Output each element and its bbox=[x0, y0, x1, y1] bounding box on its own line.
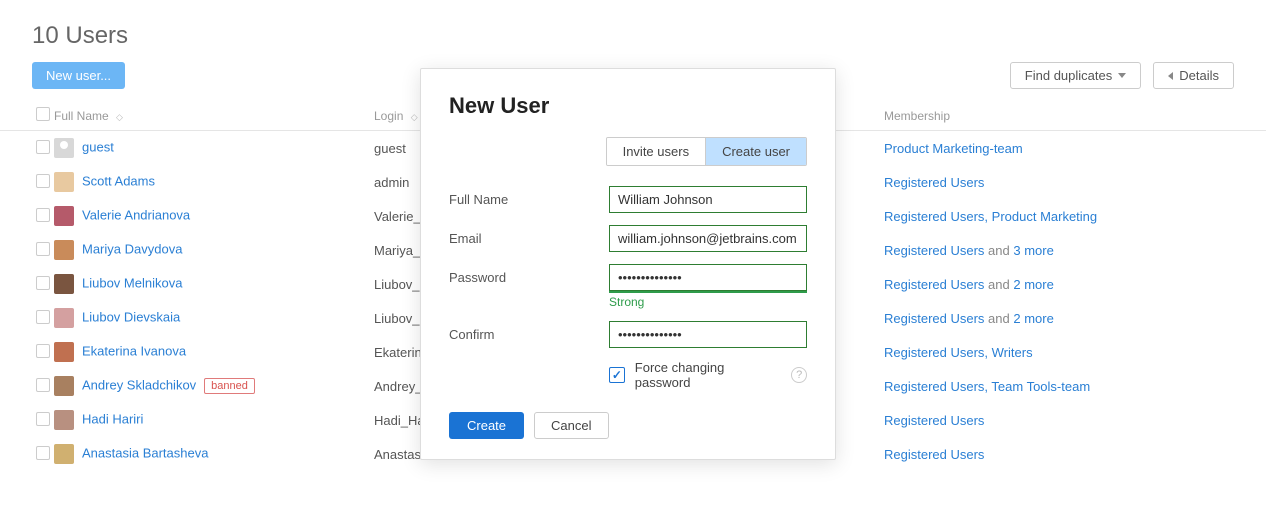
label-full-name: Full Name bbox=[449, 192, 609, 207]
row-checkbox[interactable] bbox=[36, 140, 50, 154]
find-duplicates-button[interactable]: Find duplicates bbox=[1010, 62, 1141, 89]
row-checkbox[interactable] bbox=[36, 276, 50, 290]
password-input[interactable] bbox=[609, 264, 807, 291]
chevron-left-icon bbox=[1168, 72, 1173, 80]
membership-link[interactable]: Registered Users, Product Marketing bbox=[884, 209, 1097, 224]
membership-link[interactable]: Product Marketing-team bbox=[884, 141, 1023, 156]
row-checkbox[interactable] bbox=[36, 208, 50, 222]
avatar bbox=[54, 172, 74, 192]
user-membership: Product Marketing-team bbox=[884, 131, 1266, 166]
dialog-title: New User bbox=[449, 93, 807, 119]
password-strength-label: Strong bbox=[609, 295, 807, 309]
label-password: Password bbox=[449, 270, 609, 285]
avatar bbox=[54, 376, 74, 396]
cancel-button[interactable]: Cancel bbox=[534, 412, 608, 439]
dialog-tabs: Invite users Create user bbox=[606, 137, 807, 166]
row-checkbox[interactable] bbox=[36, 174, 50, 188]
user-name-link[interactable]: Hadi Hariri bbox=[82, 411, 143, 426]
membership-link[interactable]: Registered Users bbox=[884, 175, 984, 190]
help-icon[interactable]: ? bbox=[791, 367, 807, 383]
sort-icon: ◇ bbox=[116, 112, 123, 123]
label-email: Email bbox=[449, 231, 609, 246]
user-name-link[interactable]: Andrey Skladchikov bbox=[82, 377, 196, 392]
details-label: Details bbox=[1179, 68, 1219, 83]
sort-icon: ◇ bbox=[411, 112, 418, 123]
column-header-membership: Membership bbox=[884, 101, 1266, 131]
force-change-checkbox[interactable]: ✓ bbox=[609, 367, 625, 383]
avatar bbox=[54, 410, 74, 430]
row-checkbox[interactable] bbox=[36, 242, 50, 256]
user-membership: Registered Users bbox=[884, 437, 1266, 471]
avatar bbox=[54, 342, 74, 362]
column-header-full-name[interactable]: Full Name bbox=[54, 109, 109, 123]
membership-more-link[interactable]: 3 more bbox=[1013, 243, 1053, 258]
column-header-login[interactable]: Login bbox=[374, 109, 403, 123]
row-checkbox[interactable] bbox=[36, 378, 50, 392]
user-membership: Registered Users, Writers bbox=[884, 335, 1266, 369]
membership-link[interactable]: Registered Users bbox=[884, 277, 984, 292]
membership-link[interactable]: Registered Users bbox=[884, 311, 984, 326]
details-button[interactable]: Details bbox=[1153, 62, 1234, 89]
membership-link[interactable]: Registered Users bbox=[884, 413, 984, 428]
avatar bbox=[54, 138, 74, 158]
create-button[interactable]: Create bbox=[449, 412, 524, 439]
tab-invite-users[interactable]: Invite users bbox=[607, 138, 705, 165]
password-strength-bar bbox=[609, 291, 807, 293]
user-membership: Registered Users and 3 more bbox=[884, 233, 1266, 267]
user-membership: Registered Users, Product Marketing bbox=[884, 199, 1266, 233]
membership-and: and bbox=[984, 311, 1013, 326]
user-name-link[interactable]: Ekaterina Ivanova bbox=[82, 343, 186, 358]
membership-and: and bbox=[984, 277, 1013, 292]
avatar bbox=[54, 444, 74, 464]
find-duplicates-label: Find duplicates bbox=[1025, 68, 1112, 83]
user-name-link[interactable]: Anastasia Bartasheva bbox=[82, 445, 208, 460]
user-membership: Registered Users and 2 more bbox=[884, 267, 1266, 301]
membership-and: and bbox=[984, 243, 1013, 258]
user-membership: Registered Users bbox=[884, 403, 1266, 437]
membership-more-link[interactable]: 2 more bbox=[1013, 311, 1053, 326]
avatar bbox=[54, 274, 74, 294]
force-change-label: Force changing password bbox=[635, 360, 781, 390]
membership-more-link[interactable]: 2 more bbox=[1013, 277, 1053, 292]
select-all-checkbox[interactable] bbox=[36, 107, 50, 121]
user-name-link[interactable]: Valerie Andrianova bbox=[82, 207, 190, 222]
new-user-dialog: New User Invite users Create user Full N… bbox=[420, 68, 836, 460]
user-name-link[interactable]: Mariya Davydova bbox=[82, 241, 182, 256]
full-name-input[interactable] bbox=[609, 186, 807, 213]
user-name-link[interactable]: Liubov Melnikova bbox=[82, 275, 182, 290]
user-membership: Registered Users, Team Tools-team bbox=[884, 369, 1266, 403]
email-input[interactable] bbox=[609, 225, 807, 252]
tab-create-user[interactable]: Create user bbox=[705, 138, 806, 165]
membership-link[interactable]: Registered Users, Team Tools-team bbox=[884, 379, 1090, 394]
avatar bbox=[54, 206, 74, 226]
user-name-link[interactable]: Liubov Dievskaia bbox=[82, 309, 180, 324]
row-checkbox[interactable] bbox=[36, 446, 50, 460]
membership-link[interactable]: Registered Users bbox=[884, 243, 984, 258]
user-membership: Registered Users bbox=[884, 165, 1266, 199]
confirm-input[interactable] bbox=[609, 321, 807, 348]
membership-link[interactable]: Registered Users, Writers bbox=[884, 345, 1033, 360]
new-user-button[interactable]: New user... bbox=[32, 62, 125, 89]
avatar bbox=[54, 308, 74, 328]
user-membership: Registered Users and 2 more bbox=[884, 301, 1266, 335]
toolbar-right: Find duplicates Details bbox=[1010, 62, 1234, 89]
label-confirm: Confirm bbox=[449, 327, 609, 342]
user-name-link[interactable]: guest bbox=[82, 139, 114, 154]
chevron-down-icon bbox=[1118, 73, 1126, 78]
row-checkbox[interactable] bbox=[36, 412, 50, 426]
membership-link[interactable]: Registered Users bbox=[884, 447, 984, 462]
banned-badge: banned bbox=[204, 378, 255, 394]
user-name-link[interactable]: Scott Adams bbox=[82, 173, 155, 188]
page-title: 10 Users bbox=[0, 0, 1266, 62]
avatar bbox=[54, 240, 74, 260]
row-checkbox[interactable] bbox=[36, 310, 50, 324]
row-checkbox[interactable] bbox=[36, 344, 50, 358]
